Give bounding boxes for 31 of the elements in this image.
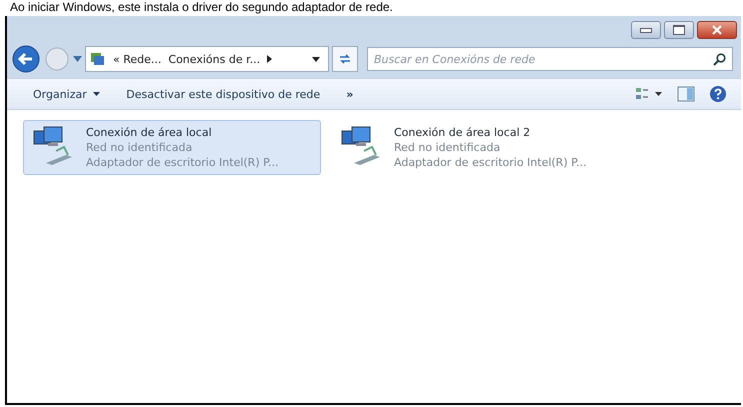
connection-status: Red no identificada — [394, 140, 502, 155]
caret-icon — [93, 92, 100, 96]
help-icon[interactable] — [709, 85, 727, 103]
search-icon[interactable] — [713, 53, 726, 66]
connection-name: Conexión de área local — [86, 125, 213, 140]
close-button[interactable] — [697, 21, 737, 39]
refresh-button[interactable] — [332, 46, 358, 72]
connection-item[interactable]: Conexión de área local 2 Red no identificada Adaptador de escritorio Intel(R) P... — [331, 120, 629, 175]
address-bar[interactable]: « Rede... Conexións de r... — [85, 46, 329, 72]
connection-item[interactable]: Conexión de área local Red no identificada Adaptador de escritorio Intel(R) P... — [23, 120, 321, 175]
minimize-button[interactable] — [631, 21, 661, 39]
more-button[interactable]: » — [340, 88, 360, 100]
adapter-name: Adaptador de escritorio Intel(R) P... — [86, 155, 279, 170]
back-button[interactable] — [11, 44, 41, 74]
breadcrumb[interactable]: « Rede... — [113, 52, 162, 66]
adapter-name: Adaptador de escritorio Intel(R) P... — [394, 155, 587, 170]
connection-name: Conexión de área local 2 — [394, 125, 532, 140]
breadcrumb[interactable]: Conexións de r... — [168, 52, 260, 66]
connection-status: Red no identificada — [86, 140, 194, 155]
refresh-icon — [338, 53, 352, 65]
caption-text: Ao iniciar Windows, este instala o driver do segundo adaptador de rede. — [9, 0, 394, 14]
network-folder-icon — [90, 51, 106, 67]
dropdown-arrow-icon[interactable] — [312, 56, 320, 62]
view-options-icon[interactable] — [635, 86, 663, 102]
organize-menu-button[interactable]: Organizar — [27, 88, 106, 100]
preview-pane-icon[interactable] — [677, 86, 695, 102]
breadcrumb-arrow-icon[interactable] — [267, 55, 272, 63]
close-icon — [711, 25, 723, 35]
maximize-button[interactable] — [664, 21, 694, 39]
disable-device-button[interactable]: Desactivar este dispositivo de rede — [120, 88, 326, 100]
search-field[interactable]: Buscar en Conexións de rede — [367, 47, 733, 71]
